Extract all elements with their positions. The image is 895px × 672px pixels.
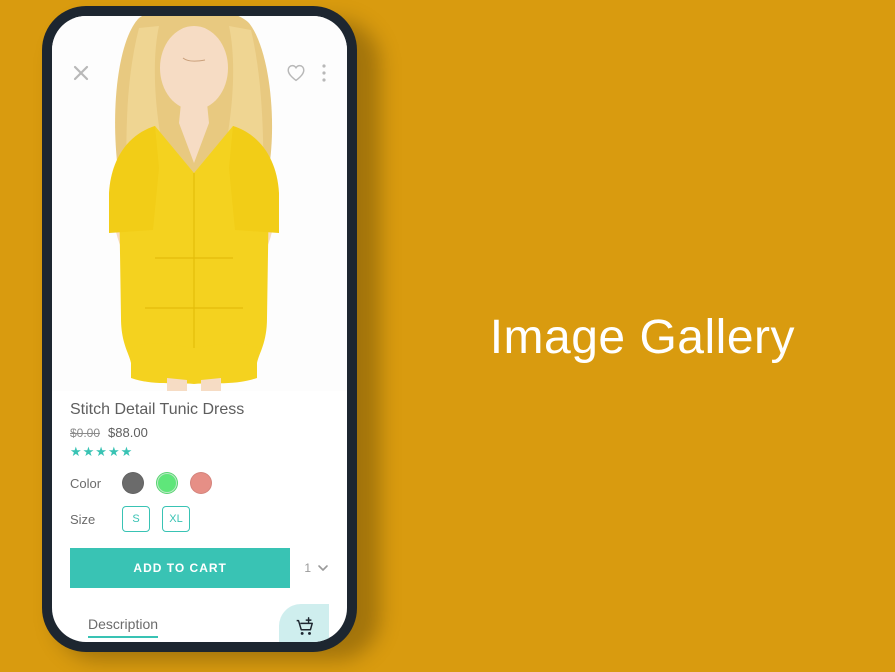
phone-screen: Stitch Detail Tunic Dress $0.00 $88.00 ★… <box>52 16 347 642</box>
add-to-cart-button[interactable]: ADD TO CART <box>70 548 290 588</box>
phone-frame: Stitch Detail Tunic Dress $0.00 $88.00 ★… <box>42 6 357 652</box>
product-details: Stitch Detail Tunic Dress $0.00 $88.00 ★… <box>52 391 347 642</box>
color-label: Color <box>70 476 110 491</box>
price-current: $88.00 <box>108 425 148 440</box>
color-swatch-green[interactable] <box>156 472 178 494</box>
close-button[interactable] <box>72 64 90 82</box>
size-row: Size S XL <box>70 506 329 532</box>
size-label: Size <box>70 512 110 527</box>
color-row: Color <box>70 472 329 494</box>
cart-fab-button[interactable] <box>279 604 329 642</box>
more-menu-button[interactable] <box>321 63 327 83</box>
color-swatch-rose[interactable] <box>190 472 212 494</box>
product-title: Stitch Detail Tunic Dress <box>70 401 329 419</box>
cart-row: ADD TO CART 1 <box>70 548 329 588</box>
page-title: Image Gallery <box>490 310 795 365</box>
price-old: $0.00 <box>70 426 100 440</box>
cart-plus-icon <box>293 616 315 638</box>
tab-description[interactable]: Description <box>88 616 158 638</box>
price-row: $0.00 $88.00 <box>70 425 329 440</box>
chevron-down-icon <box>317 562 329 574</box>
favorite-button[interactable] <box>285 62 307 84</box>
bottom-bar: Description <box>70 594 329 642</box>
quantity-stepper[interactable]: 1 <box>304 561 329 575</box>
rating-stars[interactable]: ★★★★★ <box>70 444 329 460</box>
size-option-s[interactable]: S <box>122 506 150 532</box>
topbar <box>52 62 347 84</box>
color-swatch-grey[interactable] <box>122 472 144 494</box>
size-option-xl[interactable]: XL <box>162 506 190 532</box>
quantity-value: 1 <box>304 561 311 575</box>
